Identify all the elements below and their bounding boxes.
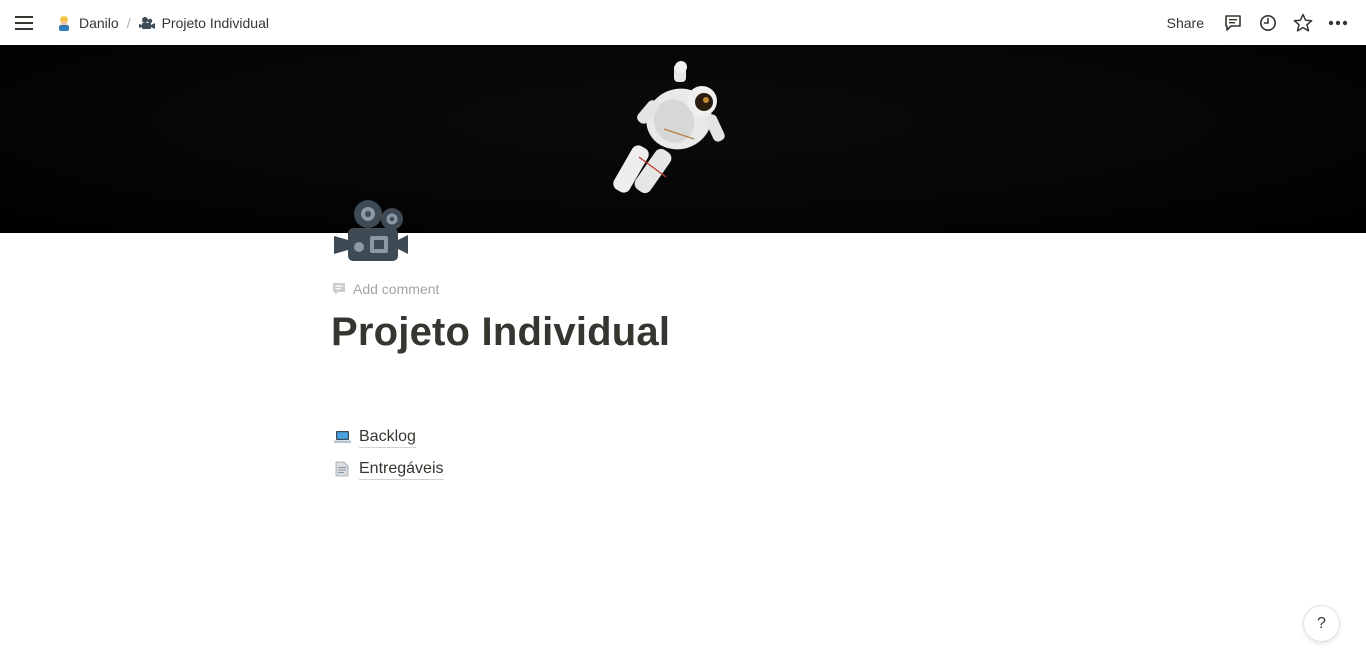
astronaut-illustration bbox=[613, 61, 725, 194]
history-icon[interactable] bbox=[1254, 9, 1282, 37]
comments-icon[interactable] bbox=[1219, 9, 1247, 37]
share-button[interactable]: Share bbox=[1159, 11, 1212, 35]
breadcrumb-danilo[interactable]: Danilo bbox=[50, 13, 125, 33]
subpage-links: Backlog Entregáveis bbox=[333, 421, 444, 485]
hamburger-icon[interactable] bbox=[12, 11, 36, 35]
comment-bubble-icon bbox=[332, 282, 346, 296]
top-bar-left: Danilo / Projeto Individual bbox=[12, 11, 275, 35]
page-icon-movie-camera[interactable] bbox=[332, 198, 410, 269]
page-title[interactable]: Projeto Individual bbox=[331, 310, 670, 355]
top-bar-right: Share bbox=[1159, 9, 1352, 37]
help-button[interactable]: ? bbox=[1303, 605, 1340, 642]
movie-camera-icon bbox=[138, 15, 155, 31]
more-icon[interactable] bbox=[1324, 9, 1352, 37]
add-comment-button[interactable]: Add comment bbox=[332, 281, 439, 297]
subpage-link-backlog[interactable]: Backlog bbox=[333, 421, 444, 453]
person-emoji-icon bbox=[56, 15, 72, 31]
laptop-icon bbox=[333, 428, 351, 446]
page-cover-image[interactable] bbox=[0, 45, 1366, 233]
favorite-star-icon[interactable] bbox=[1289, 9, 1317, 37]
breadcrumb-label: Projeto Individual bbox=[161, 14, 269, 31]
subpage-link-entregaveis[interactable]: Entregáveis bbox=[333, 453, 444, 485]
movie-camera-icon bbox=[334, 200, 408, 261]
subpage-link-label: Entregáveis bbox=[359, 459, 444, 480]
top-bar: Danilo / Projeto Individual Share bbox=[0, 0, 1366, 45]
breadcrumb-label: Danilo bbox=[79, 14, 119, 31]
breadcrumb-projeto-individual[interactable]: Projeto Individual bbox=[133, 13, 275, 33]
add-comment-label: Add comment bbox=[353, 281, 440, 297]
page-icon bbox=[333, 460, 351, 478]
subpage-link-label: Backlog bbox=[359, 427, 416, 448]
breadcrumb-separator: / bbox=[126, 14, 131, 31]
